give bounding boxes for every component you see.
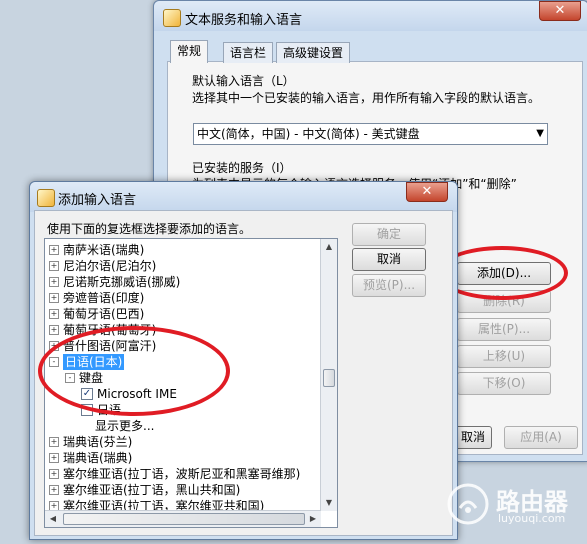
close-button-front[interactable]: ✕	[406, 182, 448, 202]
combo-value: 中文(简体，中国) - 中文(简体) - 美式键盘	[197, 127, 420, 141]
expand-icon[interactable]: +	[49, 325, 59, 335]
tree-item-label: 旁遮普语(印度)	[63, 291, 145, 305]
watermark-url: luyouqi.com	[498, 512, 566, 525]
tab-language-bar[interactable]: 语言栏	[223, 42, 274, 63]
tree-item-label: 塞尔维亚语(拉丁语，黑山共和国)	[63, 483, 241, 497]
dialog-title: 添加输入语言	[58, 193, 137, 208]
preview-button[interactable]: 预览(P)...	[352, 274, 426, 297]
ok-button[interactable]: 确定	[352, 223, 426, 246]
tree-item-label: 南萨米语(瑞典)	[63, 243, 145, 257]
expand-icon[interactable]: +	[49, 261, 59, 271]
scroll-down-icon[interactable]: ▼	[321, 495, 337, 511]
expand-icon[interactable]: +	[49, 485, 59, 495]
tree-item-label: 尼诺斯克挪威语(挪威)	[63, 275, 181, 289]
horizontal-scroll-thumb[interactable]	[63, 513, 305, 525]
tree-item-label: 显示更多...	[95, 419, 155, 433]
scroll-right-icon[interactable]: ▶	[305, 511, 321, 527]
expand-icon[interactable]: +	[49, 309, 59, 319]
dropdown-arrow-icon: ▼	[536, 128, 544, 139]
expand-icon[interactable]: +	[49, 453, 59, 463]
default-language-label: 默认输入语言（L）	[192, 74, 295, 88]
scroll-up-icon[interactable]: ▲	[321, 239, 337, 255]
expand-icon[interactable]: +	[49, 245, 59, 255]
close-button[interactable]: ✕	[539, 1, 581, 21]
tree-item-label: 尼泊尔语(尼泊尔)	[63, 259, 157, 273]
apply-button[interactable]: 应用(A)	[504, 426, 578, 449]
router-logo-icon	[447, 483, 489, 525]
expand-icon[interactable]: +	[49, 293, 59, 303]
expand-icon[interactable]: +	[49, 469, 59, 479]
expand-icon[interactable]: +	[49, 437, 59, 447]
default-language-combo[interactable]: 中文(简体，中国) - 中文(简体) - 美式键盘 ▼	[193, 123, 548, 145]
tree-item-label: 瑞典语(瑞典)	[63, 451, 133, 465]
instruction-text: 使用下面的复选框选择要添加的语言。	[47, 222, 252, 236]
expand-icon[interactable]: +	[49, 277, 59, 287]
title-bar: 文本服务和输入语言 ✕	[154, 1, 587, 31]
cancel-button[interactable]: 取消	[352, 248, 426, 271]
move-up-button[interactable]: 上移(U)	[457, 345, 551, 368]
keyboard-app-icon	[163, 9, 181, 27]
title-bar-front: 添加输入语言 ✕	[30, 182, 457, 212]
vertical-scroll-thumb[interactable]	[323, 369, 335, 387]
default-language-description: 选择其中一个已安装的输入语言，用作所有输入字段的默认语言。	[192, 91, 541, 105]
annotation-ring-japanese	[38, 326, 230, 416]
installed-services-label: 已安装的服务（I）	[192, 161, 292, 175]
vertical-scrollbar[interactable]: ▲ ▼	[320, 239, 337, 511]
window-title: 文本服务和输入语言	[185, 13, 303, 28]
keyboard-app-icon-front	[37, 189, 55, 207]
tree-item-label: 瑞典语(芬兰)	[63, 435, 133, 449]
tree-item-label: 塞尔维亚语(拉丁语，波斯尼亚和黑塞哥维那)	[63, 467, 301, 481]
tab-advanced-key-settings[interactable]: 高级键设置	[276, 42, 351, 63]
move-down-button[interactable]: 下移(O)	[457, 372, 551, 395]
properties-button[interactable]: 属性(P)...	[457, 318, 551, 341]
scroll-left-icon[interactable]: ◀	[45, 511, 61, 527]
watermark-logo: 路由器 luyouqi.com	[446, 474, 584, 534]
tree-item-label: 葡萄牙语(巴西)	[63, 307, 145, 321]
tab-general[interactable]: 常规	[170, 40, 209, 63]
horizontal-scrollbar[interactable]: ◀ ▶	[45, 510, 321, 527]
